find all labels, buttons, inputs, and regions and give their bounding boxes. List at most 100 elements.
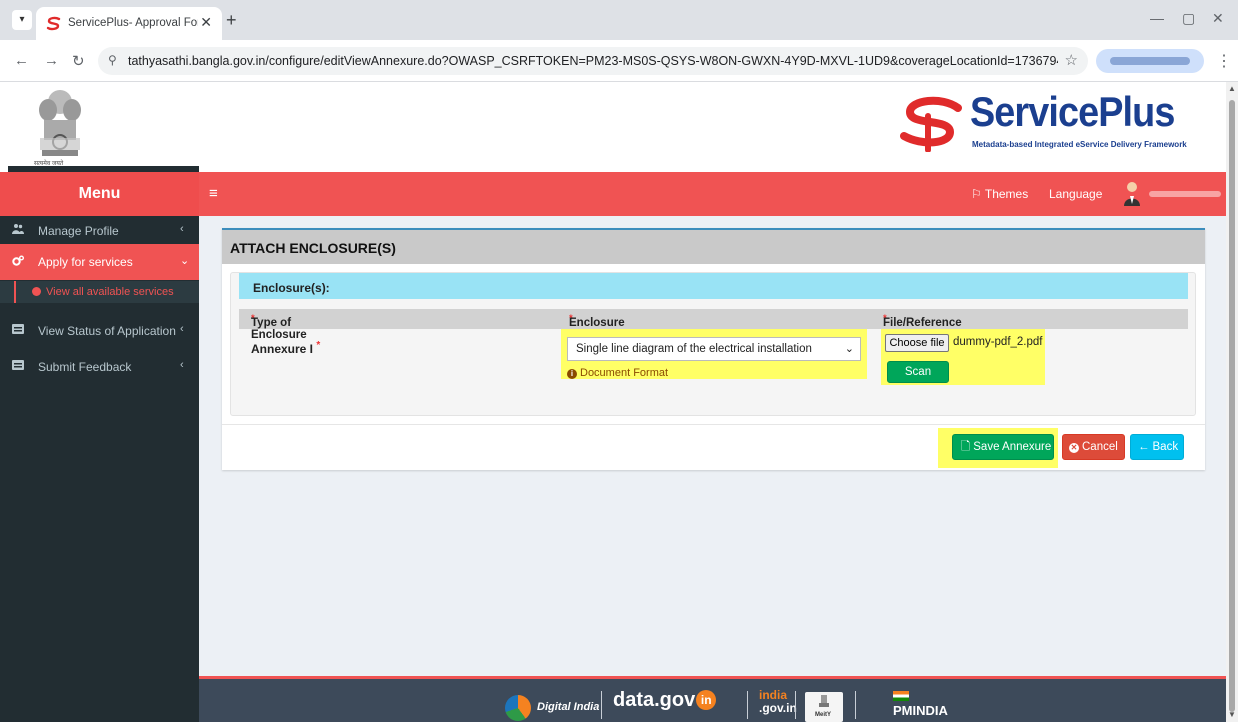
page-header: सत्यमेव जयते ServicePlus Metadata-based … [0, 82, 1226, 172]
sidebar-item-submit-feedback[interactable]: Submit Feedback ‹ [0, 352, 199, 382]
file-icon: 🗋 [961, 441, 971, 453]
sidebar-item-label: Manage Profile [38, 224, 119, 238]
sidebar-item-label: Submit Feedback [38, 360, 132, 374]
digital-india-icon [505, 695, 531, 721]
page-footer: Digital India data.gov in india .gov.in Me… [199, 676, 1226, 722]
tab-search-chevron-icon[interactable]: ▾ [12, 10, 32, 30]
reload-icon[interactable]: ↻ [72, 52, 85, 70]
back-button[interactable]: ← Back [1130, 434, 1184, 460]
sidebar-item-label: Apply for services [38, 255, 133, 269]
chevron-left-icon: ‹ [180, 359, 184, 371]
themes-label: Themes [984, 187, 1029, 201]
scan-button[interactable]: Scan [887, 361, 949, 383]
site-info-icon[interactable]: ⚲ [108, 53, 117, 67]
panel-header: ATTACH ENCLOSURE(S) [222, 230, 1205, 264]
circle-icon [32, 287, 41, 296]
chevron-left-icon: ‹ [180, 323, 184, 335]
footer-separator [601, 691, 602, 719]
user-avatar-icon[interactable] [1121, 180, 1143, 206]
window-close-icon[interactable]: ✕ [1212, 10, 1224, 27]
footer-separator [747, 691, 748, 719]
enclosure-table-header: Type of Enclosure* Enclosure Document * … [239, 309, 1188, 341]
list-box-icon [12, 360, 24, 370]
window-restore-icon[interactable]: ▢ [1182, 10, 1195, 27]
hamburger-menu-icon[interactable]: ≡ [209, 185, 218, 202]
meity-text: MeitY [815, 712, 832, 718]
browser-tab-bar: ▾ ServicePlus- Approval For Draw ✕ + — ▢… [0, 0, 1238, 40]
indian-flag-icon [893, 691, 909, 701]
document-format-link[interactable]: i Document Format [567, 367, 668, 379]
chevron-down-icon: ⌄ [180, 255, 190, 267]
scroll-down-arrow-icon[interactable]: ▼ [1228, 710, 1236, 719]
page-scrollbar[interactable]: ▲ ▼ [1226, 82, 1238, 722]
web-page: सत्यमेव जयते ServicePlus Metadata-based … [0, 82, 1226, 722]
column-header: Type of Enclosure * [251, 313, 307, 341]
profile-name-redacted [1110, 57, 1190, 65]
selected-file-name: dummy-pdf_2.pdf [953, 336, 1043, 348]
enclosure-well: Enclosure(s): Type of Enclosure * Enclosu… [230, 272, 1196, 416]
attach-enclosure-panel: ATTACH ENCLOSURE(S) Enclosure(s): Type o… [222, 228, 1205, 470]
user-name-redacted[interactable] [1149, 191, 1221, 197]
digital-india-text: Digital India [537, 701, 600, 713]
national-emblem-icon [39, 90, 81, 156]
cogs-icon [12, 255, 24, 266]
sidebar-item-manage-profile[interactable]: Manage Profile ‹ [0, 216, 199, 246]
panel-title: ATTACH ENCLOSURE(S) [230, 240, 396, 256]
new-tab-icon[interactable]: + [226, 10, 237, 31]
save-annexure-button[interactable]: 🗋 Save Annexure [952, 434, 1054, 460]
sidebar-item-label: View Status of Application [38, 324, 176, 338]
url-text[interactable]: tathyasathi.bangla.gov.in/configure/edit… [128, 54, 1058, 68]
chevron-left-icon: ‹ [180, 223, 184, 235]
back-arrow-icon[interactable]: ← [14, 52, 29, 69]
enclosure-document-select[interactable]: Single line diagram of the electrical in… [567, 337, 861, 361]
arrow-left-icon: ← [1138, 441, 1150, 453]
times-circle-icon: ✕ [1069, 443, 1079, 453]
serviceplus-favicon-icon [46, 16, 61, 31]
themes-link[interactable]: ⚐ Themes [971, 187, 1028, 201]
profile-chip[interactable] [1096, 49, 1204, 73]
subitem-accent-bar [14, 281, 16, 303]
serviceplus-logo-icon [900, 96, 962, 152]
sidebar-item-view-status[interactable]: View Status of Application ‹ [0, 316, 199, 346]
menu-title: Menu [0, 172, 199, 216]
selected-document: Single line diagram of the electrical in… [576, 343, 812, 355]
forward-arrow-icon[interactable]: → [44, 52, 59, 69]
column-header: Enclosure Document * [569, 313, 625, 341]
brand-title: ServicePlus [970, 88, 1175, 135]
brand-subtitle: Metadata-based Integrated eService Deliv… [972, 140, 1187, 149]
enclosure-type-label: Annexure I * [251, 340, 321, 356]
india-gov-logo[interactable]: india .gov.in [759, 689, 797, 715]
sidebar-item-apply-for-services[interactable]: Apply for services ⌄ [0, 244, 199, 280]
datagov-logo[interactable]: data.gov in [613, 689, 717, 712]
tab-title: ServicePlus- Approval For Draw [68, 17, 198, 29]
cancel-button[interactable]: ✕ Cancel [1062, 434, 1125, 460]
bookmark-star-icon[interactable]: ☆ [1065, 51, 1078, 69]
list-box-icon [12, 324, 24, 334]
tab-close-icon[interactable]: ✕ [200, 14, 212, 31]
language-link[interactable]: Language [1049, 187, 1102, 201]
window-minimize-icon[interactable]: — [1150, 10, 1164, 26]
pmindia-logo[interactable]: PMINDIA [893, 703, 948, 718]
scroll-up-arrow-icon[interactable]: ▲ [1228, 84, 1236, 93]
panel-divider [222, 424, 1205, 425]
flag-icon: ⚐ [971, 187, 985, 201]
meity-logo[interactable]: MeitY [805, 692, 843, 722]
choose-file-button[interactable]: Choose file [885, 334, 949, 352]
enclosures-title: Enclosure(s): [253, 281, 330, 295]
footer-separator [795, 691, 796, 719]
column-header: File/Reference * [883, 313, 962, 329]
emblem-small-icon [819, 695, 829, 707]
top-navbar: ≡ ⚐ Themes Language [199, 172, 1226, 216]
browser-menu-icon[interactable]: ⋮ [1216, 51, 1232, 71]
browser-toolbar: ← → ↻ ⚲ tathyasathi.bangla.gov.in/config… [0, 40, 1238, 82]
browser-tab[interactable]: ServicePlus- Approval For Draw ✕ [36, 7, 222, 40]
users-icon [12, 224, 24, 234]
address-bar[interactable]: ⚲ tathyasathi.bangla.gov.in/configure/ed… [98, 47, 1088, 75]
sidebar-subitem-label: View all available services [46, 286, 174, 298]
chevron-down-icon: ⌄ [844, 343, 854, 355]
footer-separator [855, 691, 856, 719]
info-icon: i [567, 369, 577, 379]
sidebar-subitem-view-all-services[interactable]: View all available services [0, 281, 199, 303]
enclosures-header: Enclosure(s): [239, 273, 1188, 299]
scrollbar-thumb[interactable] [1229, 100, 1235, 712]
